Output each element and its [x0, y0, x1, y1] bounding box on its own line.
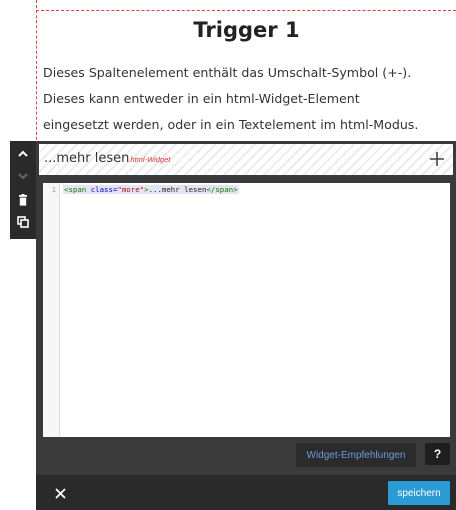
widget-title-text: ...mehr lesen	[44, 151, 130, 166]
widget-title: ...mehr lesenhtml-Widget	[44, 151, 170, 166]
code-line[interactable]: <span class="more">...mehr lesen</span>	[63, 185, 239, 194]
element-toolbar	[10, 141, 36, 239]
help-button[interactable]: ?	[425, 443, 450, 465]
close-icon[interactable]	[50, 483, 70, 503]
line-number: 1	[51, 186, 56, 194]
page: Trigger 1 Dieses Spaltenelement enthält …	[0, 0, 456, 510]
editor-gutter: 1	[43, 183, 60, 437]
widget-recommendations-button[interactable]: Widget-Empfehlungen	[296, 443, 416, 467]
description-paragraph: Dieses Spaltenelement enthält das Umscha…	[43, 60, 453, 138]
column-border-top	[36, 10, 456, 11]
code-editor[interactable]: 1 <span class="more">...mehr lesen</span…	[43, 183, 450, 437]
copy-icon[interactable]	[10, 211, 36, 233]
paragraph-line: Dieses Spaltenelement enthält das Umscha…	[43, 65, 412, 80]
paragraph-line: Dieses kann entweder in ein html-Widget-…	[43, 91, 360, 106]
chevron-down-icon[interactable]	[10, 165, 36, 187]
plus-icon[interactable]	[427, 147, 447, 171]
code-tag-close: </span>	[206, 185, 238, 194]
widget-header[interactable]: ...mehr lesenhtml-Widget	[37, 142, 455, 177]
trash-icon[interactable]	[10, 189, 36, 211]
chevron-up-icon[interactable]	[10, 143, 36, 165]
widget-type-label: html-Widget	[130, 155, 171, 164]
code-attr-value: "more"	[117, 185, 145, 194]
code-text: ...mehr lesen	[148, 185, 207, 194]
code-tag-open: <span	[64, 185, 91, 194]
paragraph-line: eingesetzt werden, oder in ein Texteleme…	[43, 117, 419, 132]
code-attr-name: class=	[90, 185, 118, 194]
page-heading: Trigger 1	[193, 18, 300, 42]
save-button[interactable]: speichern	[388, 481, 450, 505]
